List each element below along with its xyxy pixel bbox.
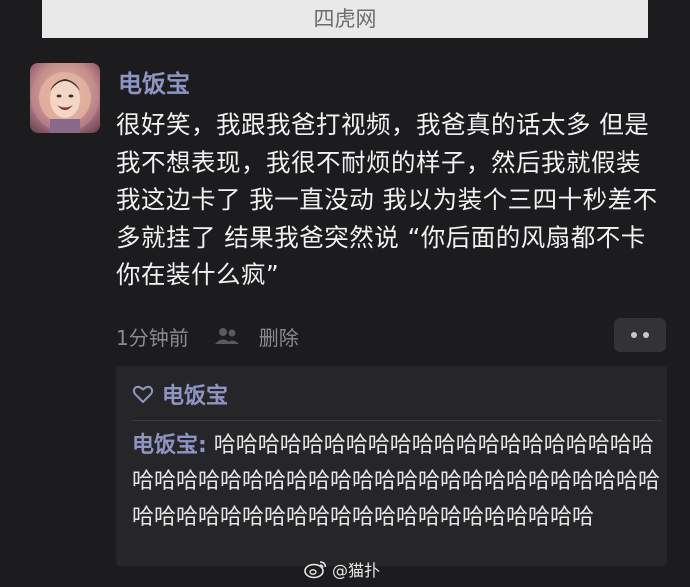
reply-username[interactable]: 电饭宝: <box>132 433 207 458</box>
like-row: 电饭宝 <box>132 378 228 410</box>
avatar-image <box>31 64 99 133</box>
dot <box>631 332 637 338</box>
weibo-post-screenshot: 四虎网 电饭宝 很好笑，我跟我爸打视频，我爸真的话太多 但是我不想表现，我很不耐… <box>0 0 690 587</box>
avatar[interactable] <box>30 63 100 133</box>
post-body-text: 很好笑，我跟我爸打视频，我爸真的话太多 但是我不想表现，我很不耐烦的样子，然后我… <box>116 110 658 289</box>
comment-box: 电饭宝 电饭宝: 哈哈哈哈哈哈哈哈哈哈哈哈哈哈哈哈哈哈哈哈哈哈哈哈哈哈哈哈哈哈哈… <box>116 366 667 566</box>
like-username[interactable]: 电饭宝 <box>162 378 228 410</box>
dot <box>643 332 649 338</box>
delete-button[interactable]: 删除 <box>259 322 299 351</box>
weibo-logo-icon <box>304 561 327 579</box>
people-icon[interactable] <box>213 325 241 347</box>
watermark-text: @猫扑 <box>332 561 381 580</box>
reply-comment: 电饭宝: 哈哈哈哈哈哈哈哈哈哈哈哈哈哈哈哈哈哈哈哈哈哈哈哈哈哈哈哈哈哈哈哈哈哈哈… <box>132 428 662 536</box>
more-dots-icon[interactable] <box>614 318 666 352</box>
post-timestamp: 1分钟前 <box>116 325 189 350</box>
weibo-watermark: @猫扑 <box>304 556 380 582</box>
divider <box>132 420 662 421</box>
site-watermark-banner: 四虎网 <box>42 0 648 38</box>
post-meta-row: 1分钟前 删除 <box>116 318 299 354</box>
heart-outline-icon[interactable] <box>132 383 154 405</box>
reply-text: 哈哈哈哈哈哈哈哈哈哈哈哈哈哈哈哈哈哈哈哈哈哈哈哈哈哈哈哈哈哈哈哈哈哈哈哈哈哈哈哈… <box>132 433 661 530</box>
post-username[interactable]: 电饭宝 <box>118 68 190 100</box>
